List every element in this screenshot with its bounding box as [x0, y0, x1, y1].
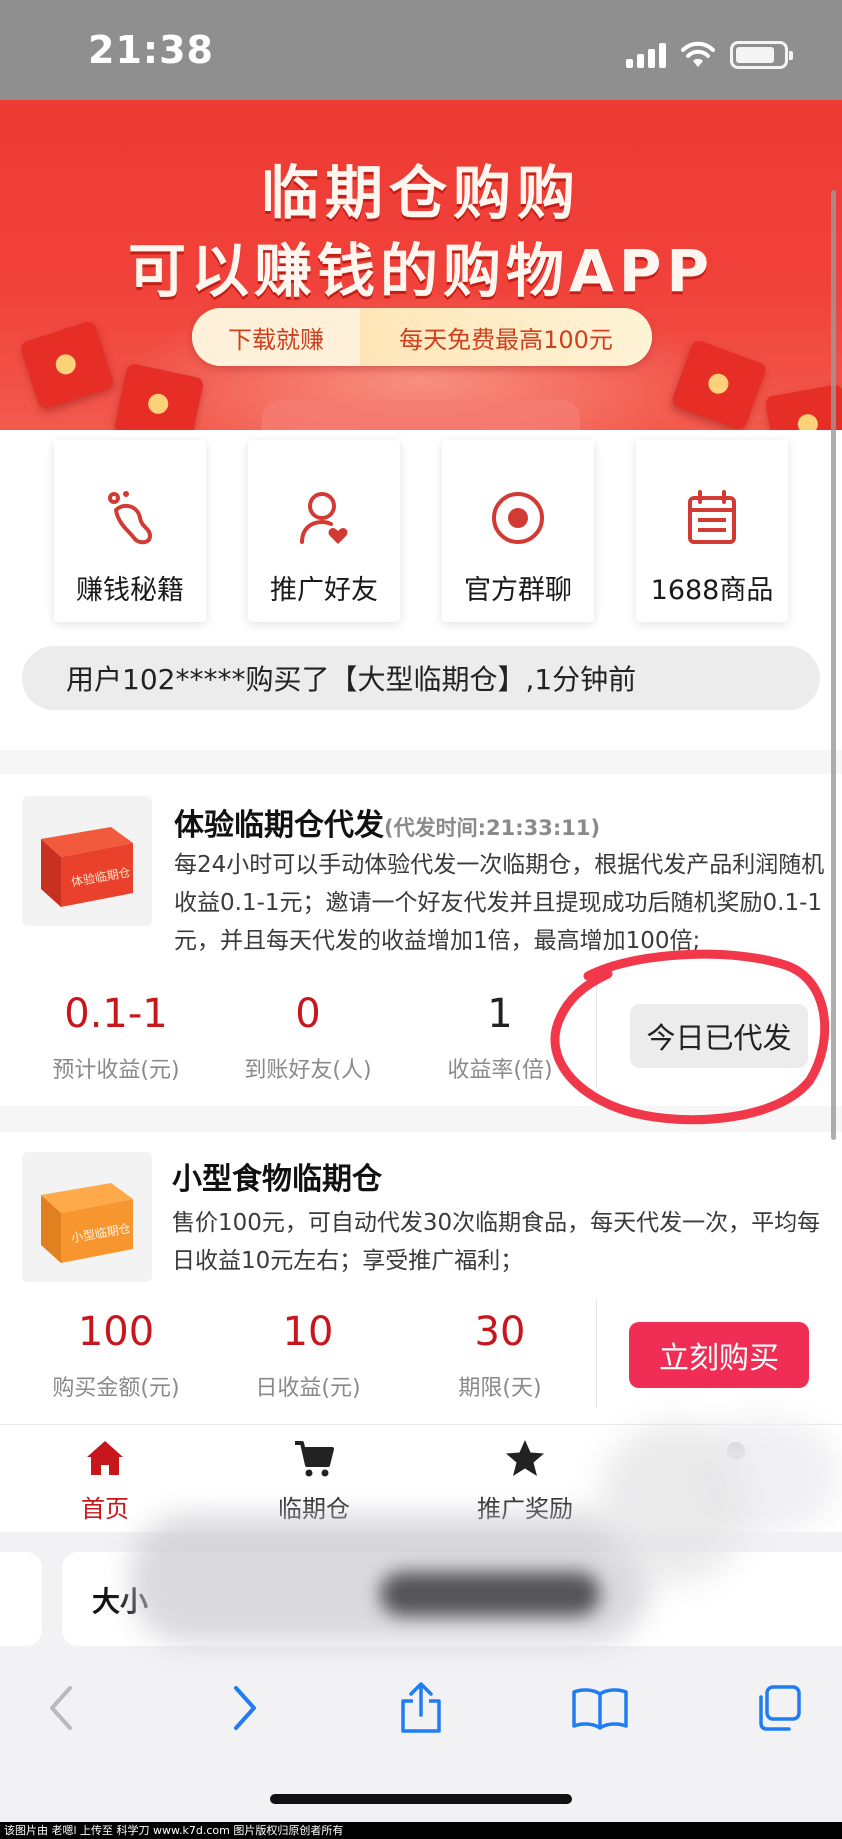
calendar-list-icon: [688, 490, 736, 544]
buy-now-button[interactable]: 立刻购买: [629, 1322, 809, 1388]
book-icon: [572, 1688, 628, 1730]
tab-referral-rewards[interactable]: 推广奖励: [455, 1437, 595, 1524]
share-icon: [401, 1682, 441, 1733]
pill-right-text: 每天免费最高100元: [360, 308, 652, 366]
stat-expected-income: 0.1-1 预计收益(元): [26, 990, 206, 1084]
stat-label: 预计收益(元): [52, 1058, 180, 1083]
product-title: 体验临期仓代发(代发时间:21:33:11): [174, 800, 600, 844]
menu-label: 赚钱秘籍: [76, 575, 184, 606]
product-title-text: 体验临期仓代发: [174, 808, 384, 843]
watermark-footer: 该图片由 老嗯l 上传至 科学刀 www.k7d.com 图片版权归原创者所有: [0, 1822, 842, 1839]
stat-value: 100: [77, 1309, 155, 1355]
signal-icon: [626, 42, 666, 68]
menu-item-official-group[interactable]: 官方群聊: [442, 440, 594, 622]
product-description: 售价100元，可自动代发30次临期食品，每天代发一次，平均每日收益10元左右；享…: [172, 1210, 821, 1274]
stat-value: 10: [282, 1309, 334, 1355]
box-illustration-icon: 体验临期仓: [41, 827, 133, 907]
stat-label: 日收益(元): [255, 1376, 361, 1401]
stat-label: 到账好友(人): [244, 1058, 372, 1083]
stat-purchase-amount: 100 购买金额(元): [26, 1308, 206, 1402]
target-icon: [492, 492, 544, 544]
menu-label: 1688商品: [650, 575, 774, 606]
forward-button[interactable]: [214, 1678, 274, 1738]
tab-label: 首页: [81, 1495, 129, 1523]
promo-banner[interactable]: 临期仓购购 可以赚钱的购物APP 下载就赚 每天免费最高100元: [0, 100, 842, 430]
red-annotation-circle: [550, 949, 830, 1125]
battery-icon: [730, 41, 793, 69]
back-button[interactable]: [32, 1678, 92, 1738]
status-time: 21:38: [88, 28, 214, 72]
product-image: 体验临期仓: [22, 796, 152, 926]
menu-label: 推广好友: [270, 575, 378, 606]
stat-value: 0: [295, 991, 321, 1037]
wifi-icon: [681, 41, 715, 67]
banner-title: 临期仓购购: [260, 159, 581, 227]
home-indicator: [270, 1794, 572, 1804]
previous-tab-preview[interactable]: [0, 1552, 42, 1646]
blur-redaction: [380, 1572, 600, 1616]
divider: [596, 1300, 597, 1408]
stat-label: 期限(天): [458, 1376, 542, 1401]
pill-left-text: 下载就赚: [192, 308, 360, 366]
menu-label: 官方群聊: [464, 575, 572, 606]
bookmarks-button[interactable]: [570, 1678, 630, 1738]
status-bar: 21:38: [0, 0, 842, 100]
box-illustration-icon: 小型临期仓: [41, 1183, 133, 1263]
blur-redaction: [600, 1422, 750, 1582]
tab-warehouse[interactable]: 临期仓: [244, 1437, 384, 1524]
banner-subtitle: 可以赚钱的购物APP: [128, 237, 714, 305]
menu-item-invite-friends[interactable]: 推广好友: [248, 440, 400, 622]
chevron-right-icon: [234, 1686, 256, 1730]
status-icons: [626, 38, 793, 72]
menu-item-earn-tips[interactable]: 赚钱秘籍: [54, 440, 206, 622]
banner-pill: 下载就赚 每天免费最高100元: [192, 308, 652, 366]
tabs-button[interactable]: [748, 1678, 808, 1738]
star-icon: [506, 1440, 544, 1476]
menu-item-1688-goods[interactable]: 1688商品: [636, 440, 788, 622]
user-heart-icon: [300, 492, 348, 544]
dispatch-time: (代发时间:21:33:11): [384, 816, 601, 840]
stat-term-days: 30 期限(天): [410, 1308, 590, 1402]
purchase-ticker: 用户102*****购买了【大型临期仓】,1分钟前: [22, 646, 820, 710]
stat-friends-arrived: 0 到账好友(人): [218, 990, 398, 1084]
safari-toolbar: 大小: [0, 1422, 842, 1822]
product-title: 小型食物临期仓: [172, 1162, 382, 1197]
stat-value: 0.1-1: [64, 991, 168, 1037]
phone-illustration: [262, 400, 580, 430]
stat-label: 购买金额(元): [52, 1376, 180, 1401]
red-envelope-icon: [19, 319, 115, 411]
share-button[interactable]: [391, 1678, 451, 1738]
tabs-icon: [759, 1685, 801, 1731]
product-image: 小型临期仓: [22, 1152, 152, 1282]
cart-icon: [295, 1441, 334, 1477]
stat-value: 30: [474, 1309, 526, 1355]
stat-daily-income: 10 日收益(元): [218, 1308, 398, 1402]
scrollbar[interactable]: [831, 190, 836, 1140]
home-icon: [87, 1441, 123, 1475]
tab-home[interactable]: 首页: [35, 1437, 175, 1524]
footprint-icon: [108, 491, 152, 545]
product-description: 每24小时可以手动体验代发一次临期仓，根据代发产品利润随机收益0.1-1元；邀请…: [174, 852, 825, 954]
chevron-left-icon: [50, 1686, 72, 1730]
